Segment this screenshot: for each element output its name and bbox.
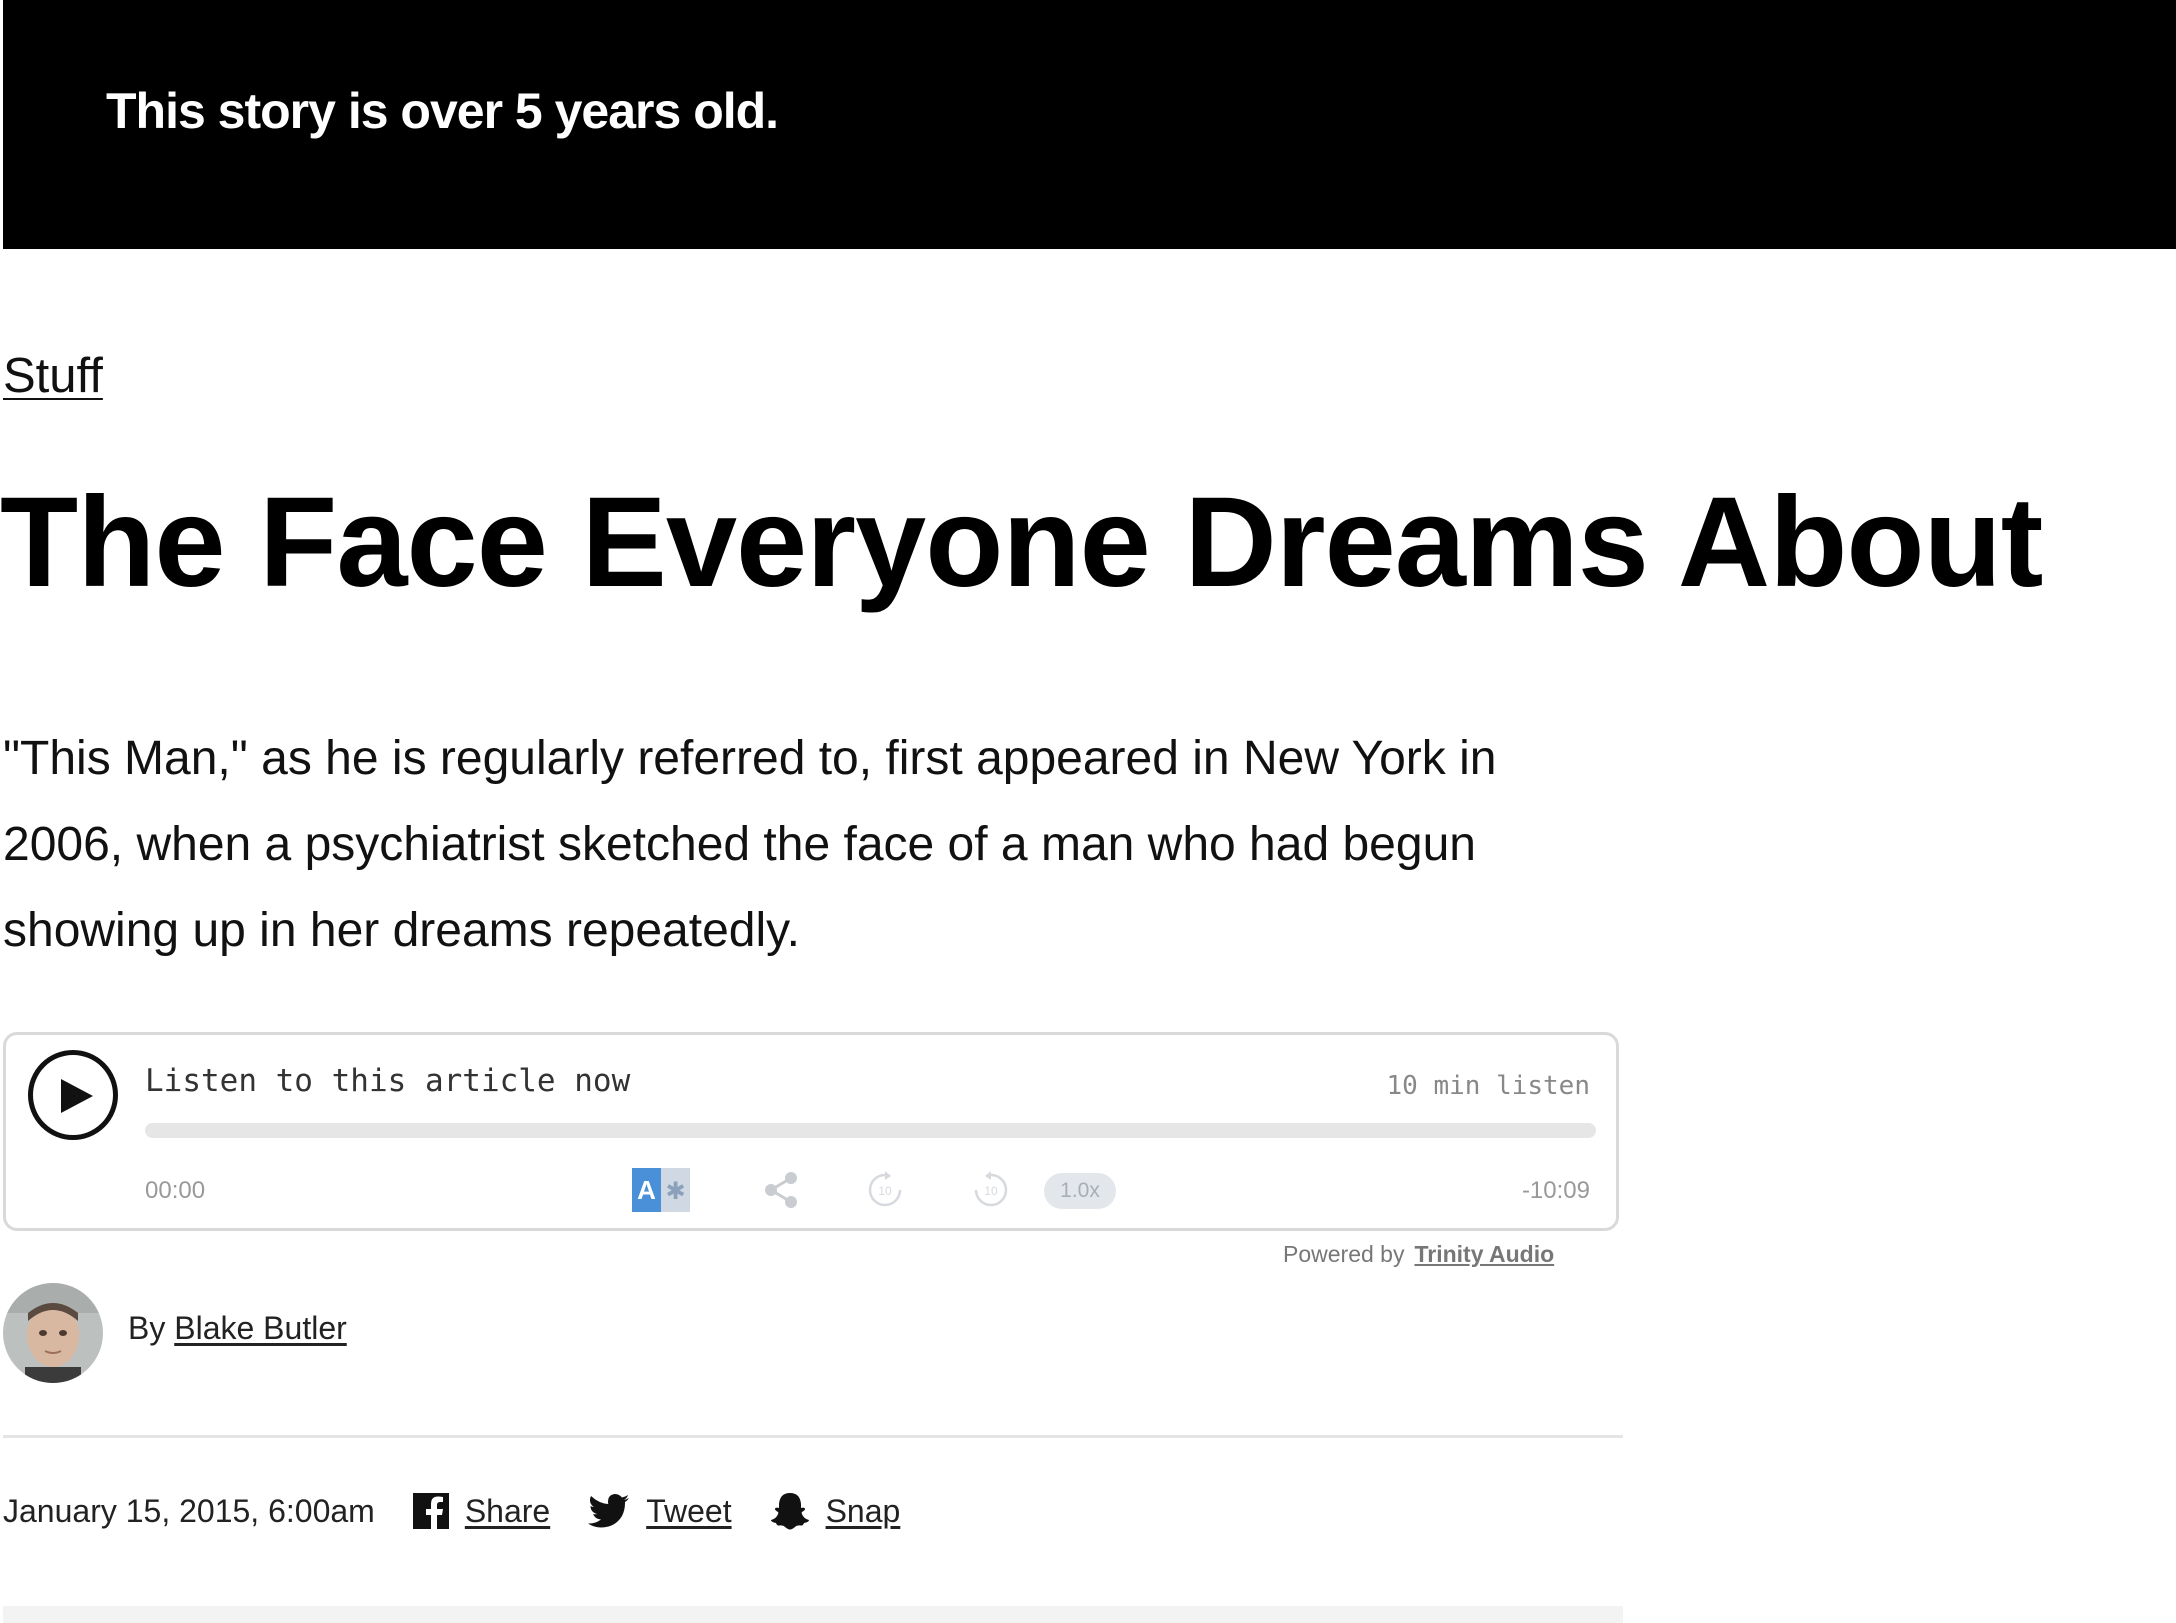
player-length: 10 min listen: [1386, 1071, 1591, 1101]
forward-10-icon: 10: [974, 1171, 1008, 1207]
forward-10-button[interactable]: 10: [969, 1163, 1013, 1217]
author-photo: [3, 1283, 103, 1383]
trinity-audio-link[interactable]: Trinity Audio: [1414, 1241, 1554, 1267]
author-avatar[interactable]: [3, 1283, 103, 1383]
share-label: Share: [464, 1492, 551, 1529]
translate-button[interactable]: A ✱: [631, 1163, 691, 1217]
svg-text:10: 10: [878, 1184, 892, 1198]
facebook-icon: [412, 1493, 449, 1529]
svg-text:✱: ✱: [665, 1177, 685, 1205]
snap-label: Snap: [825, 1492, 901, 1529]
meta-row: January 15, 2015, 6:00am Share Tweet Sna…: [3, 1492, 900, 1530]
author-link[interactable]: Blake Butler: [174, 1310, 347, 1346]
player-label: Listen to this article now: [145, 1063, 631, 1099]
publish-date: January 15, 2015, 6:00am: [3, 1492, 375, 1529]
tweet-label: Tweet: [646, 1492, 732, 1529]
time-remaining: -10:09: [1521, 1177, 1590, 1204]
speed-button[interactable]: 1.0x: [1044, 1173, 1116, 1209]
byline: By Blake Butler: [128, 1310, 347, 1347]
audio-player: Listen to this article now 10 min listen…: [3, 1032, 1619, 1231]
play-icon: [61, 1079, 93, 1113]
rewind-10-icon: 10: [868, 1171, 902, 1207]
tweet-button[interactable]: Tweet: [588, 1492, 732, 1530]
article-dek: "This Man," as he is regularly referred …: [3, 732, 1497, 957]
share-audio-button[interactable]: [759, 1163, 803, 1217]
facebook-share-button[interactable]: Share: [412, 1492, 551, 1530]
powered-by-prefix: Powered by: [1283, 1241, 1405, 1267]
article-headline: The Face Everyone Dreams About: [0, 471, 2043, 614]
snap-button[interactable]: Snap: [770, 1492, 901, 1530]
age-banner: This story is over 5 years old.: [3, 0, 2176, 249]
snapchat-icon: [770, 1493, 809, 1530]
time-current: 00:00: [145, 1177, 206, 1204]
age-banner-text: This story is over 5 years old.: [106, 83, 779, 139]
rewind-10-button[interactable]: 10: [863, 1163, 907, 1217]
content-edge: [3, 1606, 1623, 1623]
play-button[interactable]: [28, 1050, 118, 1140]
twitter-icon: [588, 1494, 630, 1528]
section-link[interactable]: Stuff: [3, 345, 103, 407]
svg-text:10: 10: [984, 1184, 998, 1198]
divider: [3, 1435, 1623, 1438]
progress-bar[interactable]: [145, 1123, 1596, 1138]
share-icon: [765, 1172, 797, 1208]
translate-icon: A ✱: [632, 1168, 690, 1212]
powered-by: Powered by Trinity Audio: [1283, 1241, 1554, 1268]
byline-prefix: By: [128, 1310, 166, 1346]
svg-text:A: A: [637, 1175, 656, 1205]
